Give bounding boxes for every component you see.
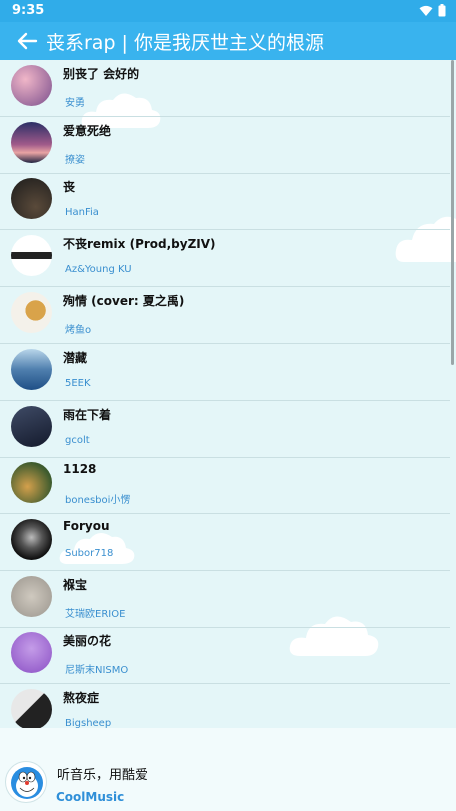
album-art xyxy=(11,576,52,617)
album-art xyxy=(11,689,52,728)
song-row[interactable]: 褓宝 艾瑞欧ERIOE xyxy=(0,571,450,628)
song-title: Foryou xyxy=(63,519,110,533)
song-row[interactable]: 潜藏 5EEK xyxy=(0,344,450,401)
song-title: 潜藏 xyxy=(63,351,88,365)
scrollbar[interactable] xyxy=(451,60,454,365)
artist-name[interactable]: HanFia xyxy=(65,207,99,218)
song-row[interactable]: 殉情 (cover: 夏之禹) 烤鱼o xyxy=(0,287,450,344)
battery-icon xyxy=(438,4,446,17)
song-row[interactable]: 1128 bonesboi小愣 xyxy=(0,457,450,514)
status-time: 9:35 xyxy=(12,3,45,18)
artist-name[interactable]: Bigsheep xyxy=(65,718,111,728)
song-title: 美丽の花 xyxy=(63,634,112,648)
album-art xyxy=(11,178,52,219)
footer-slogan: 听音乐，用酷爱 xyxy=(57,768,149,783)
artist-name[interactable]: Az&Young KU xyxy=(65,264,132,275)
song-row[interactable]: Foryou Subor718 xyxy=(0,514,450,571)
album-art xyxy=(11,349,52,390)
album-art xyxy=(11,292,52,333)
song-title: 殉情 (cover: 夏之禹) xyxy=(63,294,185,308)
song-row[interactable]: 雨在下着 gcolt xyxy=(0,401,450,458)
song-title: 1128 xyxy=(63,462,97,476)
song-title: 丧 xyxy=(63,180,76,194)
song-row[interactable]: 爱意死绝 撩姿 xyxy=(0,117,450,174)
song-row[interactable]: 不丧remix (Prod,byZIV) Az&Young KU xyxy=(0,230,450,287)
album-art xyxy=(11,65,52,106)
back-arrow-icon[interactable] xyxy=(14,29,40,53)
album-art xyxy=(11,122,52,163)
wifi-icon xyxy=(419,5,433,16)
song-title: 别丧了 会好的 xyxy=(63,67,140,81)
album-art xyxy=(11,462,52,503)
song-list[interactable]: 别丧了 会好的 安勇 爱意死绝 撩姿 丧 HanFia 不丧remix (Pro… xyxy=(0,60,456,728)
song-row[interactable]: 美丽の花 尼斯末NISMO xyxy=(0,627,450,684)
album-art xyxy=(11,519,52,560)
artist-name[interactable]: 安勇 xyxy=(65,94,85,109)
song-title: 褓宝 xyxy=(63,578,88,592)
artist-name[interactable]: bonesboi小愣 xyxy=(65,491,130,506)
album-art xyxy=(11,406,52,447)
artist-name[interactable]: 撩姿 xyxy=(65,151,85,166)
artist-name[interactable]: Subor718 xyxy=(65,548,113,559)
footer-brand: CoolMusic xyxy=(56,790,125,804)
song-row[interactable]: 丧 HanFia xyxy=(0,173,450,230)
song-title: 不丧remix (Prod,byZIV) xyxy=(63,237,216,251)
doraemon-logo-icon xyxy=(5,761,47,803)
artist-name[interactable]: 尼斯末NISMO xyxy=(65,661,128,676)
app-bar: 丧系rap | 你是我厌世主义的根源 xyxy=(0,22,456,60)
song-title: 熬夜症 xyxy=(63,691,100,705)
album-art xyxy=(11,632,52,673)
artist-name[interactable]: 艾瑞欧ERIOE xyxy=(65,605,125,620)
page-title: 丧系rap | 你是我厌世主义的根源 xyxy=(46,32,324,54)
artist-name[interactable]: gcolt xyxy=(65,435,90,446)
status-bar: 9:35 xyxy=(0,0,456,22)
song-row[interactable]: 熬夜症 Bigsheep xyxy=(0,684,450,728)
album-art xyxy=(11,235,52,276)
song-title: 爱意死绝 xyxy=(63,124,112,138)
artist-name[interactable]: 烤鱼o xyxy=(65,321,91,336)
song-title: 雨在下着 xyxy=(63,408,112,422)
song-row[interactable]: 别丧了 会好的 安勇 xyxy=(0,60,450,117)
footer-banner: 听音乐，用酷爱 CoolMusic xyxy=(0,728,456,811)
artist-name[interactable]: 5EEK xyxy=(65,378,91,389)
